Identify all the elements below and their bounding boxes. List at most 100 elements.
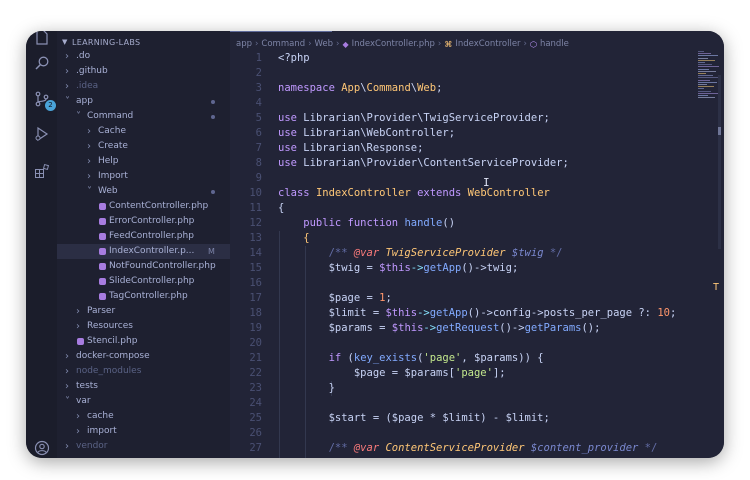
folder-item[interactable]: › Import xyxy=(57,169,230,184)
modified-dot-icon xyxy=(211,115,215,119)
code-token: ()-> xyxy=(499,322,525,334)
code-line: use Librarian\WebController; xyxy=(278,126,698,141)
line-number: 21 xyxy=(249,352,262,364)
code-line: if (key_exists('page', $params)) { xyxy=(278,351,698,366)
folder-item[interactable]: › Parser xyxy=(57,304,230,319)
active-tab-indicator xyxy=(230,31,332,32)
chevron-right-icon: › xyxy=(65,66,69,77)
folder-item[interactable]: › node_modules xyxy=(57,364,230,379)
folder-item[interactable]: › Help xyxy=(57,154,230,169)
line-number: 20 xyxy=(249,337,262,349)
file-item[interactable]: IndexController.p... M xyxy=(57,244,230,259)
breadcrumb-item[interactable]: handle xyxy=(540,39,569,49)
line-number: 5 xyxy=(255,112,262,124)
folder-item[interactable]: › import xyxy=(57,424,230,439)
folder-item[interactable]: › .github xyxy=(57,64,230,79)
code-token: ; xyxy=(436,82,443,94)
tree-item-label: docker-compose xyxy=(76,351,150,361)
file-item[interactable]: TagController.php xyxy=(57,289,230,304)
run-debug-icon[interactable] xyxy=(32,124,52,144)
code-line: $limit = $this->getApp()->config->posts_… xyxy=(278,306,698,321)
tree-item-label: tests xyxy=(76,381,98,391)
explorer-sidebar: ▼ LEARNING-LABS › .do › .github › .idea ˅ app ˅ C… xyxy=(57,31,230,458)
search-icon[interactable] xyxy=(32,53,52,73)
folder-item[interactable]: › Resources xyxy=(57,319,230,334)
folder-item[interactable]: ˅ var xyxy=(57,394,230,409)
breadcrumb-item[interactable]: app xyxy=(236,39,252,49)
folder-item[interactable]: › .do xyxy=(57,49,230,64)
line-number: 14 xyxy=(249,247,262,259)
code-token: $twig xyxy=(511,247,550,259)
file-item[interactable]: SlideController.php xyxy=(57,274,230,289)
chevron-right-icon: › xyxy=(65,381,69,392)
chevron-right-icon: › xyxy=(87,141,91,152)
chevron-right-icon: › xyxy=(87,126,91,137)
chevron-down-icon[interactable]: ▼ xyxy=(62,38,67,46)
tree-item-label: app xyxy=(76,96,93,106)
tree-item-label: var xyxy=(76,396,91,406)
folder-item[interactable]: › Cache xyxy=(57,124,230,139)
folder-item[interactable]: › .idea xyxy=(57,79,230,94)
chevron-down-icon: ˅ xyxy=(65,96,70,107)
code-token: key_exists xyxy=(353,352,418,364)
php-file-icon xyxy=(99,218,106,225)
tree-item-label: Command xyxy=(87,111,134,121)
code-token: */ xyxy=(644,442,658,454)
minimap-line xyxy=(698,86,714,88)
code-token: /** xyxy=(278,247,354,259)
source-control-icon[interactable]: 2 xyxy=(32,89,56,111)
folder-item[interactable]: › cache xyxy=(57,409,230,424)
folder-item[interactable]: ˅ Web xyxy=(57,184,230,199)
line-number: 7 xyxy=(255,142,262,154)
file-item[interactable]: NotFoundController.php xyxy=(57,259,230,274)
breadcrumb-item[interactable]: IndexController.php xyxy=(352,39,435,49)
tree-item-label: Import xyxy=(98,171,128,181)
minimap-line xyxy=(698,51,704,52)
folder-item[interactable]: › tests xyxy=(57,379,230,394)
file-item[interactable]: Stencil.php xyxy=(57,334,230,349)
code-token: Librarian\Provider\TwigServiceProvider; xyxy=(303,112,550,124)
line-number: 10 xyxy=(249,187,262,199)
file-item[interactable]: FeedController.php xyxy=(57,229,230,244)
code-line: $start = ($page * $limit) - $limit; xyxy=(278,411,698,426)
code-area[interactable]: <?php namespace App\Command\Web; use Lib… xyxy=(278,51,698,456)
file-item[interactable]: ErrorController.php xyxy=(57,214,230,229)
code-token: 'page' xyxy=(455,367,493,379)
vertical-scrollbar[interactable] xyxy=(718,75,721,249)
code-token: extends xyxy=(417,187,468,199)
tree-item-label: Create xyxy=(98,141,128,151)
line-number: 8 xyxy=(255,157,262,169)
tree-item-label: Parser xyxy=(87,306,116,316)
breadcrumb-separator-icon: › xyxy=(308,39,312,49)
code-token: ContentServiceProvider xyxy=(385,442,531,454)
minimap-line xyxy=(698,79,710,81)
files-icon[interactable] xyxy=(32,31,52,47)
folder-item[interactable]: › Create xyxy=(57,139,230,154)
minimap-line xyxy=(698,64,712,66)
folder-item[interactable]: ˅ app xyxy=(57,94,230,109)
code-token: use xyxy=(278,127,304,139)
code-token: $this xyxy=(391,322,424,334)
scrollbar-thumb[interactable] xyxy=(718,127,721,135)
code-token: ; xyxy=(385,292,392,304)
code-token: ; xyxy=(669,307,677,319)
account-icon[interactable] xyxy=(32,438,52,458)
code-token: */ xyxy=(549,247,563,259)
folder-item[interactable]: ˅ Command xyxy=(57,109,230,124)
tree-item-label: Stencil.php xyxy=(87,336,138,346)
method-symbol-icon: ⬡ xyxy=(529,39,537,49)
breadcrumb-item[interactable]: IndexController xyxy=(455,39,520,49)
line-number: 13 xyxy=(249,232,262,244)
chevron-right-icon: › xyxy=(87,156,91,167)
code-token: App xyxy=(341,82,361,94)
breadcrumb-item[interactable]: Command xyxy=(261,39,305,49)
minimap-line xyxy=(698,92,718,94)
extensions-icon[interactable] xyxy=(32,161,52,181)
line-number: 26 xyxy=(249,427,262,439)
folder-item[interactable]: › vendor xyxy=(57,439,230,454)
file-item[interactable]: ContentController.php xyxy=(57,199,230,214)
folder-item[interactable]: › docker-compose xyxy=(57,349,230,364)
breadcrumb-item[interactable]: Web xyxy=(315,39,334,49)
tree-item-label: FeedController.php xyxy=(109,231,194,241)
